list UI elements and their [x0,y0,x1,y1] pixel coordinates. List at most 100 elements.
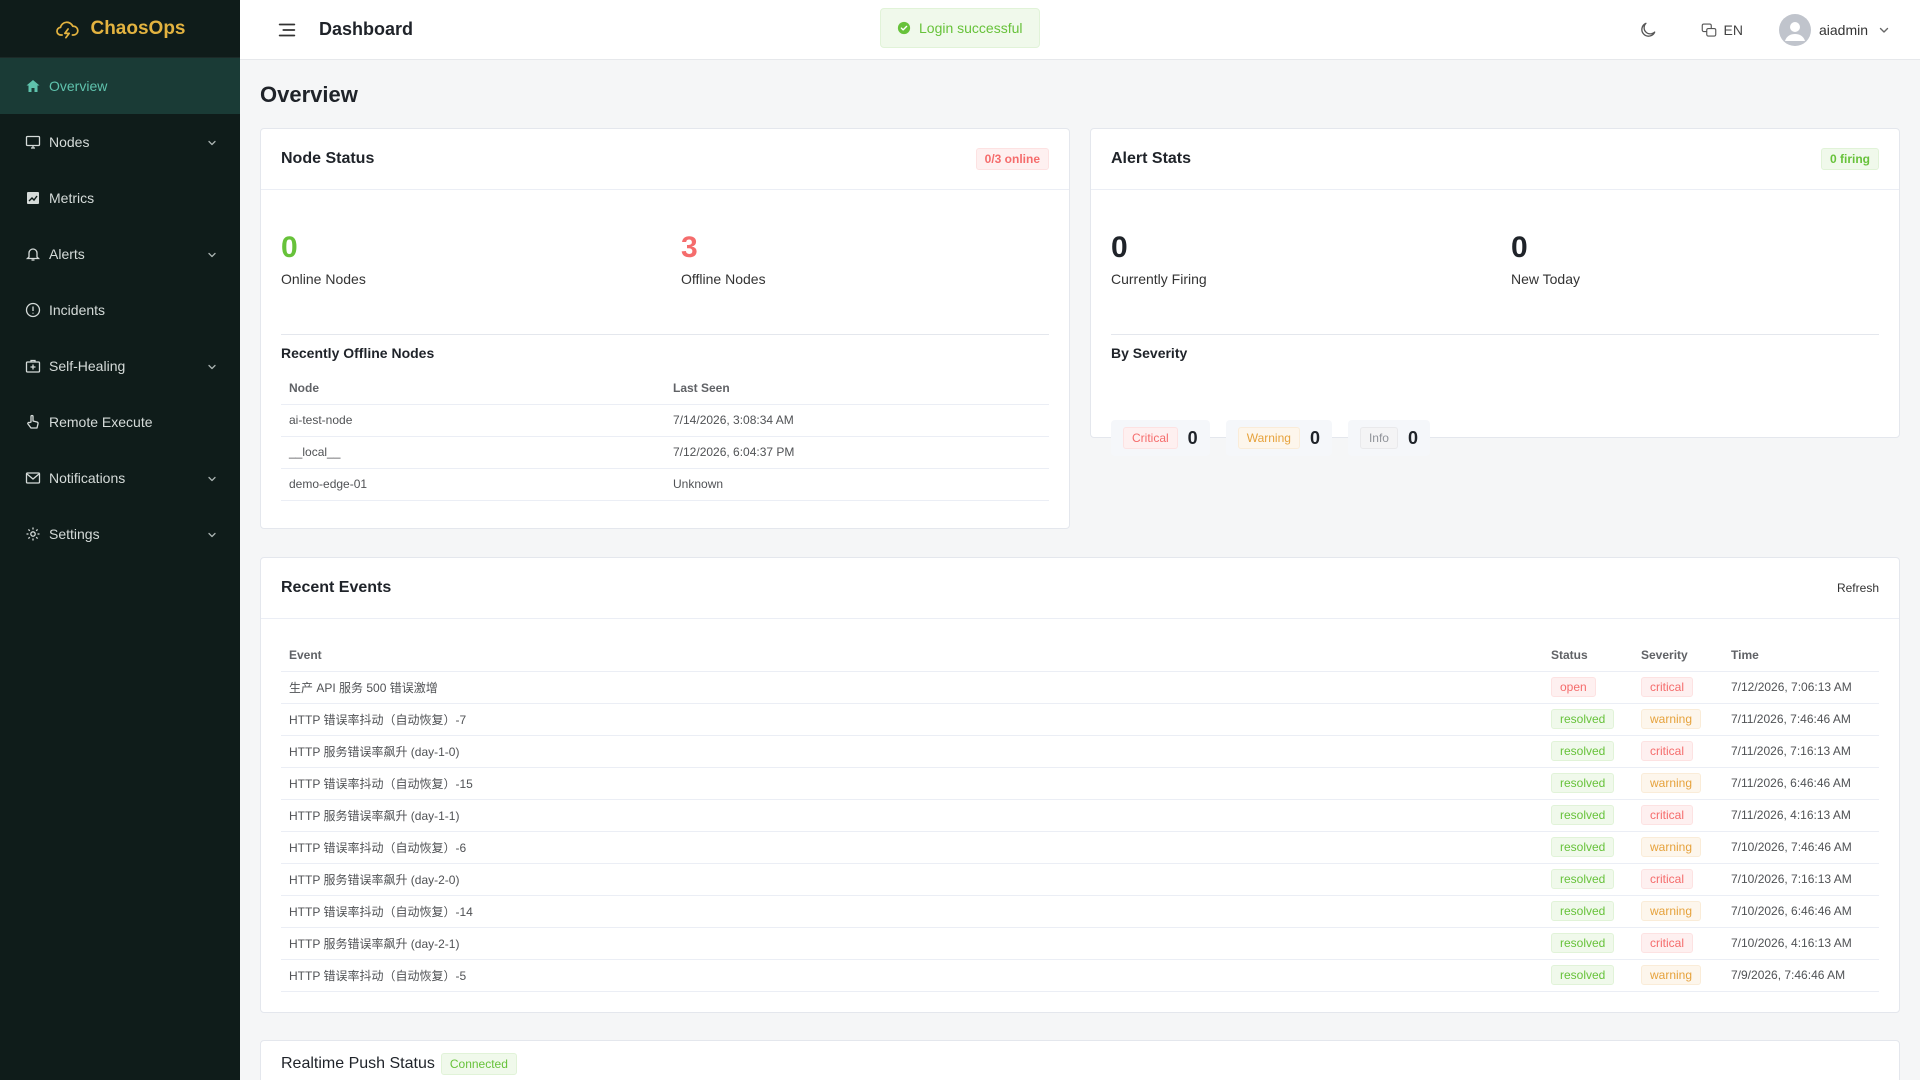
status-tag: resolved [1551,741,1615,761]
moon-icon[interactable] [1638,20,1658,40]
table-row[interactable]: HTTP 错误率抖动（自动恢复）-6 resolved warning 7/10/20… [281,831,1879,864]
sidebar-item-self-healing[interactable]: Self-Healing [0,338,240,394]
table-row: demo-edge-01 Unknown [281,468,1049,501]
severity-cell: warning [1633,895,1723,928]
event-cell: HTTP 服务错误率飙升 (day-2-1) [281,927,1543,960]
new-today-stat: 0 New Today [1511,229,1580,287]
severity-breakdown: Critical 0 Warning 0 Info 0 [1111,420,1430,456]
card-title: Realtime Push Status [281,1055,435,1072]
table-row[interactable]: HTTP 错误率抖动（自动恢复）-15 resolved warning 7/11/2… [281,767,1879,800]
status-tag: resolved [1551,773,1615,793]
user-menu[interactable]: aiadmin [1778,14,1890,46]
card-title: Alert Stats [1111,150,1192,167]
event-cell: HTTP 服务错误率飙升 (day-2-0) [281,863,1543,896]
node-name-cell: demo-edge-01 [281,468,665,501]
column-header: Severity [1633,639,1723,672]
status-cell: resolved [1543,831,1633,864]
new-today-label: New Today [1511,271,1581,287]
events-table: Event Status Severity Time 生产 API 服务 500… [281,639,1879,992]
severity-tag: warning [1641,901,1702,921]
last-seen-cell: Unknown [665,468,1049,501]
time-cell: 7/10/2026, 4:16:13 AM [1723,927,1879,960]
severity-label: Critical [1123,427,1178,449]
recent-offline-title: Recently Offline Nodes [281,345,435,361]
severity-cell: critical [1633,799,1723,832]
time-cell: 7/11/2026, 7:46:46 AM [1723,703,1879,736]
table-header-row: Node Last Seen [281,372,1049,405]
page-title: Overview [260,82,358,107]
sidebar-item-overview[interactable]: Overview [0,58,240,114]
sidebar-item-alerts[interactable]: Alerts [0,226,240,282]
status-tag: resolved [1551,901,1615,921]
column-header: Status [1543,639,1633,672]
table-row[interactable]: HTTP 服务错误率飙升 (day-2-1) resolved critical 7/… [281,927,1879,960]
table-row[interactable]: HTTP 服务错误率飙升 (day-1-0) resolved critical 7/… [281,735,1879,768]
online-nodes-stat: 0 Online Nodes [281,229,366,287]
severity-cell: warning [1633,767,1723,800]
connection-badge: Connected [440,1053,517,1075]
time-cell: 7/12/2026, 7:06:13 AM [1723,671,1879,704]
status-cell: resolved [1543,799,1633,832]
status-tag: resolved [1551,805,1615,825]
online-count-badge: 0/3 online [975,148,1049,170]
card-header: Realtime Push Status Connected [261,1041,1899,1080]
severity-cell: warning [1633,831,1723,864]
recent-events-card: Recent Events Refresh Event Status Sever… [260,557,1900,1013]
status-cell: resolved [1543,735,1633,768]
severity-tag: warning [1641,773,1702,793]
table-row[interactable]: HTTP 错误率抖动（自动恢复）-7 resolved warning 7/11/20… [281,703,1879,736]
alert-stats: 0 Currently Firing 0 New Today [1111,229,1879,335]
chevron-down-icon [206,248,218,260]
severity-cell: warning [1633,959,1723,992]
card-title: Recent Events [281,579,392,596]
severity-cell: critical [1633,863,1723,896]
severity-chip-info: Info 0 [1347,420,1430,456]
chart-icon [24,190,41,207]
severity-chip-warning: Warning 0 [1225,420,1332,456]
sidebar-item-nodes[interactable]: Nodes [0,114,240,170]
event-cell: 生产 API 服务 500 错误激增 [281,671,1543,704]
language-switch[interactable]: EN [1700,21,1743,39]
sidebar-item-label: Incidents [49,302,106,318]
push-status-card: Realtime Push Status Connected [260,1040,1900,1080]
sidebar-item-label: Settings [49,526,100,542]
refresh-button[interactable]: Refresh [1837,581,1879,595]
table-row[interactable]: 生产 API 服务 500 错误激增 open critical 7/12/2026,… [281,671,1879,704]
node-name-cell: __local__ [281,436,665,469]
status-cell: resolved [1543,767,1633,800]
card-header: Recent Events Refresh [261,558,1899,619]
sidebar-item-settings[interactable]: Settings [0,506,240,562]
time-cell: 7/9/2026, 7:46:46 AM [1723,959,1879,992]
sidebar-item-remote-execute[interactable]: Remote Execute [0,394,240,450]
menu-toggle-icon[interactable] [276,19,298,41]
firing-count-badge: 0 firing [1820,148,1879,170]
card-header: Node Status 0/3 online [261,129,1069,190]
offline-nodes-table: Node Last Seen ai-test-node 7/14/2026, 3:… [281,372,1049,501]
status-cell: resolved [1543,863,1633,896]
status-cell: resolved [1543,895,1633,928]
user-name: aiadmin [1818,22,1868,38]
severity-label: Info [1359,427,1398,449]
severity-count: 0 [1309,427,1320,448]
severity-tag: warning [1641,709,1702,729]
sidebar-item-metrics[interactable]: Metrics [0,170,240,226]
offline-nodes-value: 3 [681,231,698,264]
status-cell: resolved [1543,703,1633,736]
severity-label: Warning [1237,427,1300,449]
offline-nodes-label: Offline Nodes [681,271,766,287]
time-cell: 7/11/2026, 6:46:46 AM [1723,767,1879,800]
user-icon [1784,22,1805,41]
offline-nodes-stat: 3 Offline Nodes [681,229,766,287]
sidebar-item-notifications[interactable]: Notifications [0,450,240,506]
table-row[interactable]: HTTP 错误率抖动（自动恢复）-14 resolved warning 7/10/2… [281,895,1879,928]
table-row[interactable]: HTTP 服务错误率飙升 (day-1-1) resolved critical 7/… [281,799,1879,832]
table-row: __local__ 7/12/2026, 6:04:37 PM [281,436,1049,469]
event-cell: HTTP 服务错误率飙升 (day-1-1) [281,799,1543,832]
currently-firing-value: 0 [1111,231,1128,264]
brand[interactable]: ChaosOps [0,0,240,58]
table-row[interactable]: HTTP 服务错误率飙升 (day-2-0) resolved critical 7/… [281,863,1879,896]
sidebar-item-incidents[interactable]: Incidents [0,282,240,338]
online-nodes-label: Online Nodes [281,271,366,287]
header-title: Dashboard [319,19,414,39]
table-row[interactable]: HTTP 错误率抖动（自动恢复）-5 resolved warning 7/9/202… [281,959,1879,992]
